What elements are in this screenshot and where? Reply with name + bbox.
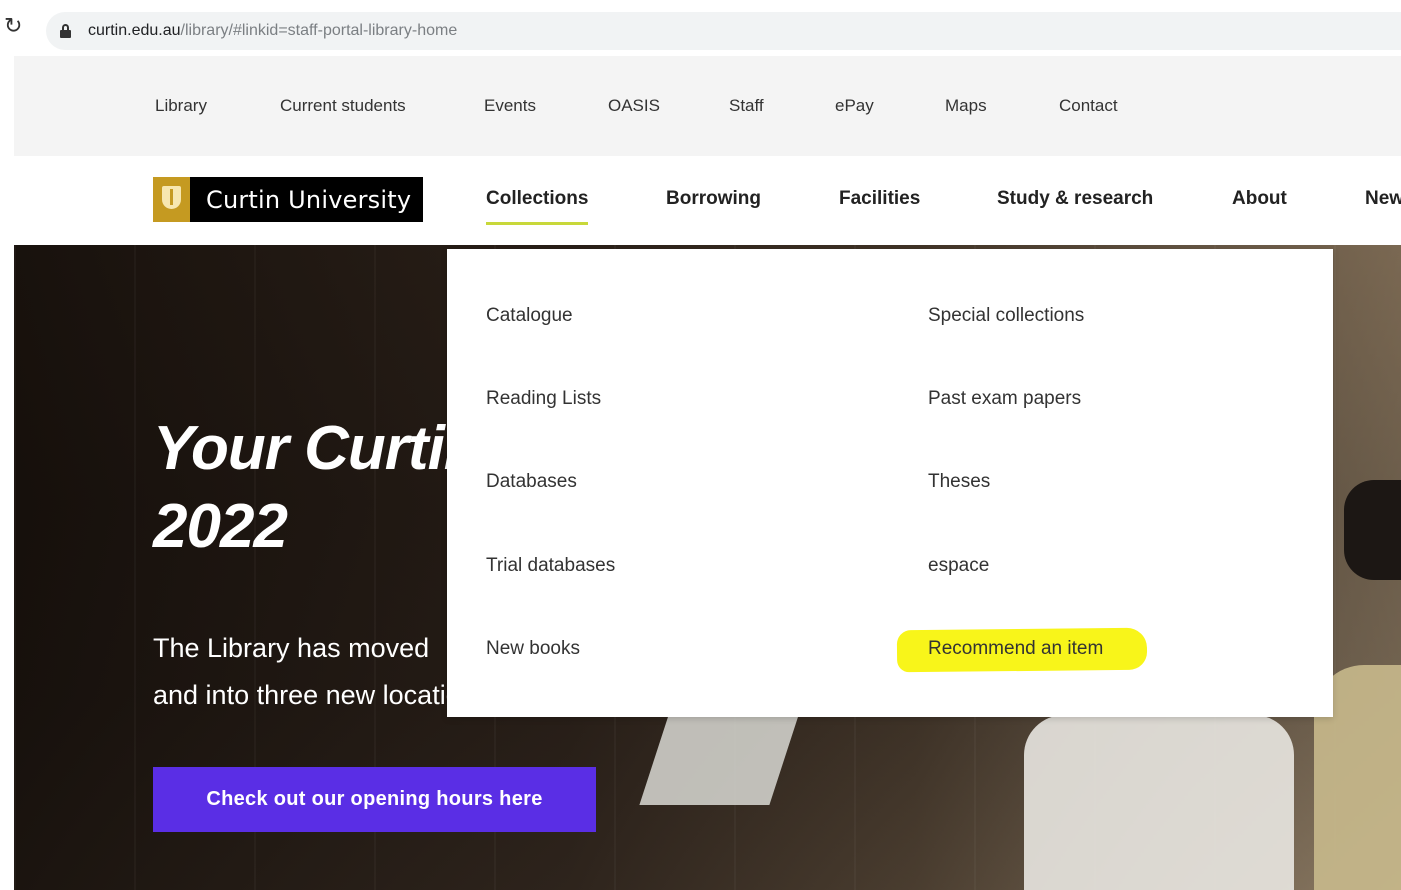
url-path: /library/#linkid=staff-portal-library-ho… bbox=[180, 22, 458, 39]
utility-link-maps[interactable]: Maps bbox=[945, 96, 987, 116]
lock-icon[interactable] bbox=[60, 24, 71, 38]
nav-news[interactable]: New bbox=[1365, 188, 1401, 210]
url-text[interactable]: curtin.edu.au/library/#linkid=staff-port… bbox=[88, 21, 457, 41]
utility-link-epay[interactable]: ePay bbox=[835, 96, 874, 116]
hero-text: The Library has moved and into three new… bbox=[153, 625, 489, 719]
collections-dropdown: Catalogue Reading Lists Databases Trial … bbox=[447, 249, 1333, 717]
menu-item-past-exam-papers[interactable]: Past exam papers bbox=[928, 388, 1081, 410]
nav-about[interactable]: About bbox=[1232, 188, 1287, 210]
browser-address-bar: ↻ curtin.edu.au/library/#linkid=staff-po… bbox=[0, 0, 1401, 56]
hero-title-line: Your Curtin bbox=[153, 414, 482, 483]
hero-title-line: 2022 bbox=[153, 492, 288, 561]
url-host: curtin.edu.au bbox=[88, 22, 181, 39]
utility-link-contact[interactable]: Contact bbox=[1059, 96, 1118, 116]
hero-text-line: The Library has moved bbox=[153, 633, 430, 663]
menu-item-databases[interactable]: Databases bbox=[486, 471, 577, 493]
menu-item-recommend-an-item[interactable]: Recommend an item bbox=[928, 638, 1103, 660]
utility-link-events[interactable]: Events bbox=[484, 96, 536, 116]
url-bar[interactable]: curtin.edu.au/library/#linkid=staff-port… bbox=[46, 12, 1401, 50]
curtin-logo[interactable]: Curtin University bbox=[153, 177, 423, 222]
menu-item-espace[interactable]: espace bbox=[928, 555, 989, 577]
opening-hours-button[interactable]: Check out our opening hours here bbox=[153, 767, 596, 832]
utility-link-current-students[interactable]: Current students bbox=[280, 96, 406, 116]
hero-title: Your Curtin 2022 bbox=[153, 410, 482, 566]
utility-link-library[interactable]: Library bbox=[155, 96, 207, 116]
person-shape bbox=[1344, 480, 1401, 580]
nav-collections[interactable]: Collections bbox=[486, 188, 589, 225]
utility-link-oasis[interactable]: OASIS bbox=[608, 96, 660, 116]
crest-icon bbox=[153, 177, 190, 222]
nav-study-research[interactable]: Study & research bbox=[997, 188, 1153, 210]
utility-link-staff[interactable]: Staff bbox=[729, 96, 764, 116]
menu-item-new-books[interactable]: New books bbox=[486, 638, 580, 660]
main-header: Curtin University Collections Borrowing … bbox=[14, 156, 1401, 245]
nav-borrowing[interactable]: Borrowing bbox=[666, 188, 761, 210]
reload-icon[interactable]: ↻ bbox=[4, 14, 26, 40]
utility-nav: Library Current students Events OASIS St… bbox=[14, 56, 1401, 156]
menu-item-theses[interactable]: Theses bbox=[928, 471, 990, 493]
menu-item-special-collections[interactable]: Special collections bbox=[928, 305, 1084, 327]
menu-item-trial-databases[interactable]: Trial databases bbox=[486, 555, 615, 577]
nav-facilities[interactable]: Facilities bbox=[839, 188, 920, 210]
logo-text: Curtin University bbox=[206, 185, 412, 214]
hero-text-line: and into three new locations bbox=[153, 680, 490, 710]
menu-item-reading-lists[interactable]: Reading Lists bbox=[486, 388, 601, 410]
menu-item-catalogue[interactable]: Catalogue bbox=[486, 305, 573, 327]
person-shape bbox=[1024, 715, 1294, 890]
